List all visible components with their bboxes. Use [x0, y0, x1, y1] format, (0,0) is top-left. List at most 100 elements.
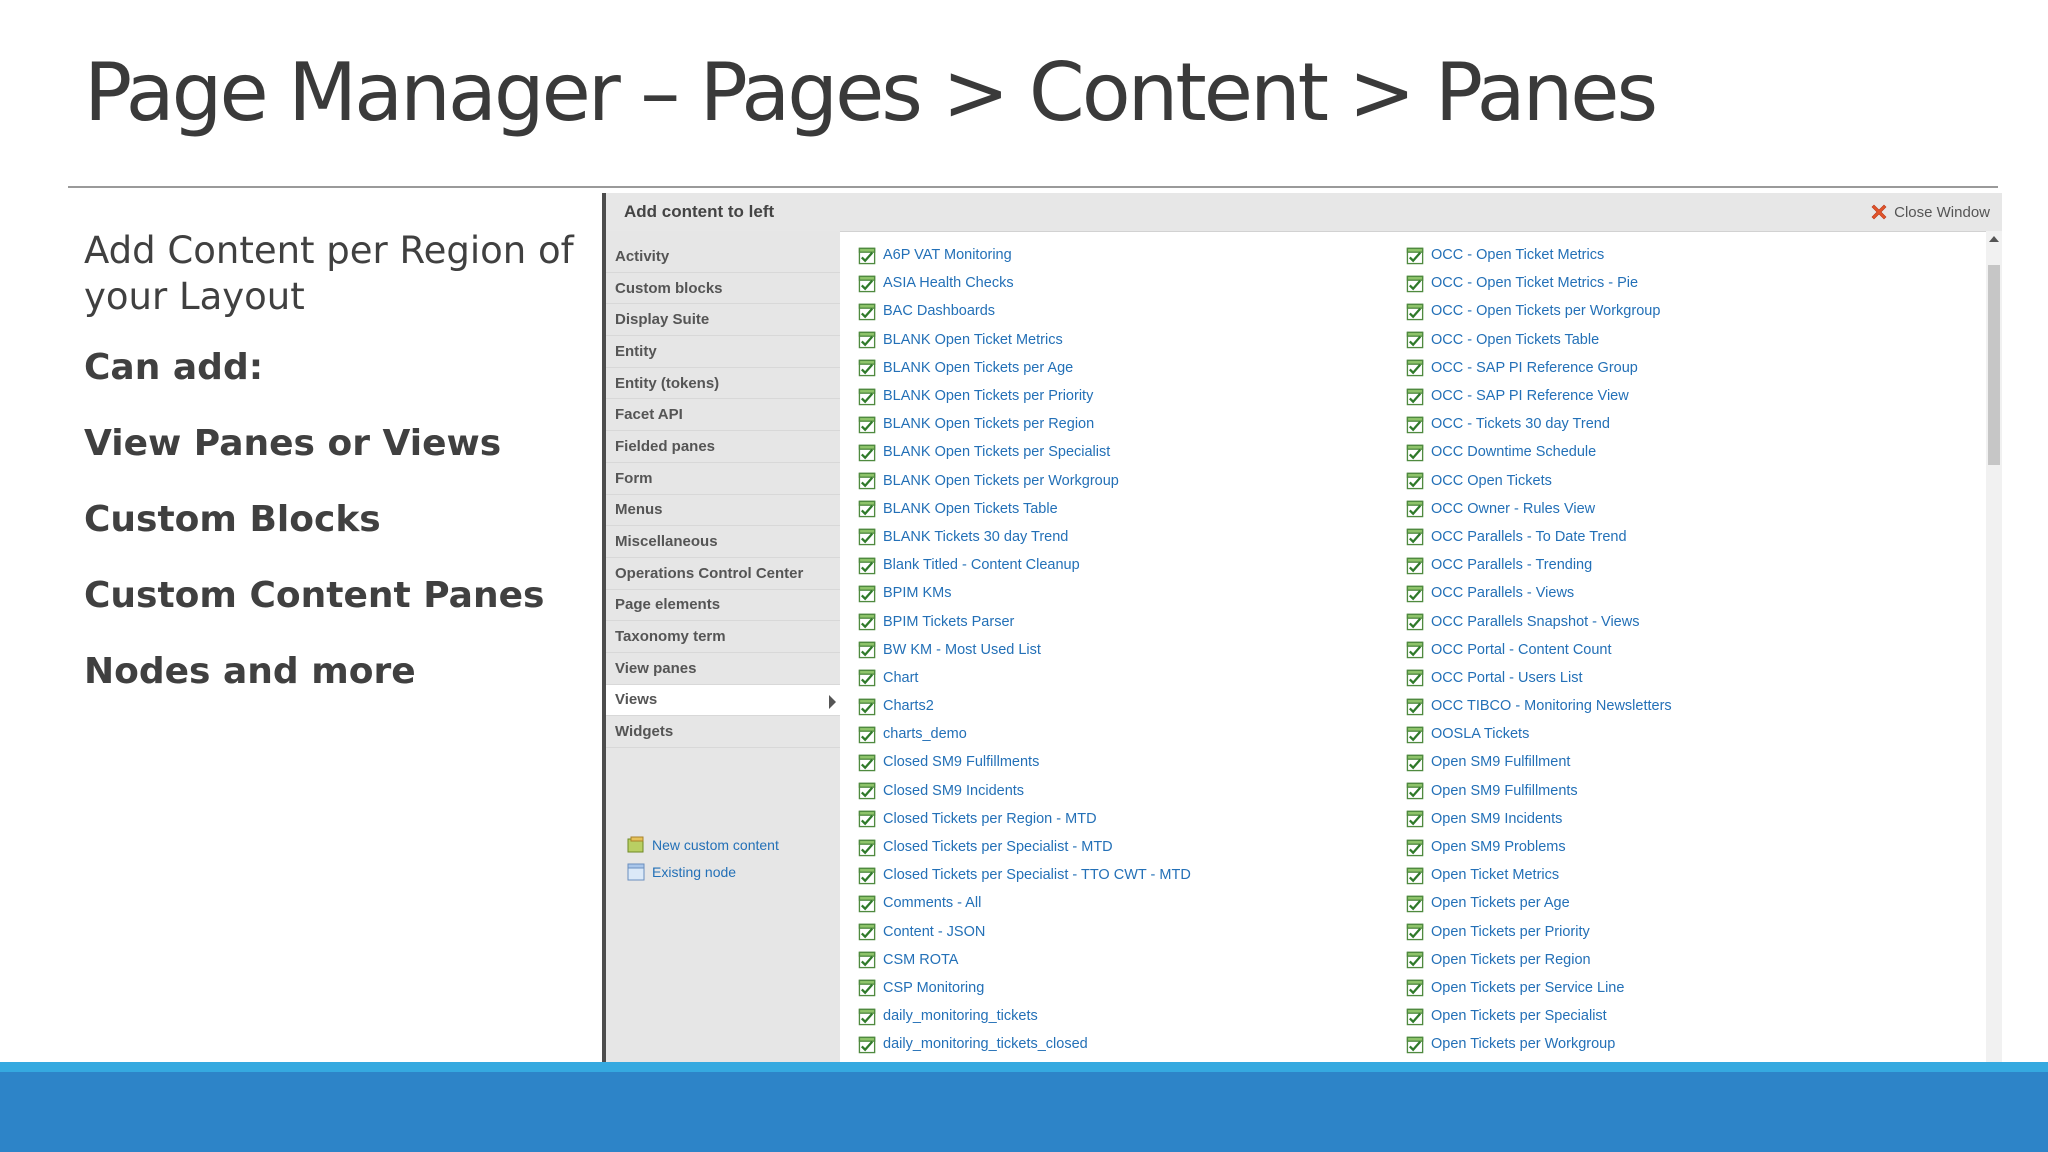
view-list-item[interactable]: Comments - All [858, 889, 1191, 917]
view-pane-icon [1406, 923, 1424, 941]
view-list-item[interactable]: Closed Tickets per Specialist - MTD [858, 833, 1191, 861]
dialog-header: Add content to left Close Window [606, 193, 2002, 232]
content-list-area: A6P VAT Monitoring ASIA Health Checks BAC … [840, 231, 1986, 1128]
view-list-item[interactable]: BLANK Open Tickets Table [858, 495, 1191, 523]
view-list-item[interactable]: Open Ticket Metrics [1406, 861, 1672, 889]
view-list-item[interactable]: OCC - Tickets 30 day Trend [1406, 410, 1672, 438]
sidebar-item-widgets[interactable]: Widgets [606, 716, 840, 748]
view-list-item[interactable]: charts_demo [858, 720, 1191, 748]
sidebar-item-activity[interactable]: Activity [606, 241, 840, 273]
view-list-item[interactable]: OCC Parallels - Views [1406, 579, 1672, 607]
view-list-item[interactable]: Open Tickets per Service Line [1406, 974, 1672, 1002]
view-list-item[interactable]: BAC Dashboards [858, 297, 1191, 325]
view-list-item[interactable]: OCC - SAP PI Reference Group [1406, 354, 1672, 382]
view-list-item[interactable]: BLANK Open Tickets per Age [858, 354, 1191, 382]
view-list-item[interactable]: BLANK Open Tickets per Priority [858, 382, 1191, 410]
sidebar-item-entity[interactable]: Entity [606, 336, 840, 368]
sidebar-item-view-panes[interactable]: View panes [606, 653, 840, 685]
sidebar-item-menus[interactable]: Menus [606, 495, 840, 527]
existing-node-label: Existing node [652, 863, 737, 880]
view-list-item[interactable]: BW KM - Most Used List [858, 636, 1191, 664]
view-list-item[interactable]: Open SM9 Problems [1406, 833, 1672, 861]
view-list-item[interactable]: OCC - SAP PI Reference View [1406, 382, 1672, 410]
new-custom-content-label: New custom content [652, 836, 779, 853]
view-list-item[interactable]: Chart [858, 664, 1191, 692]
sidebar-item-views[interactable]: Views [606, 684, 840, 717]
view-list-item-label: OCC - Tickets 30 day Trend [1431, 416, 1610, 433]
close-window-button[interactable]: Close Window [1869, 199, 1990, 225]
view-pane-icon [1406, 557, 1424, 574]
view-list-item[interactable]: ASIA Health Checks [858, 269, 1191, 297]
new-custom-content-link[interactable]: New custom content [626, 831, 779, 858]
view-list-item[interactable]: Charts2 [858, 692, 1191, 720]
view-list-item[interactable]: OOSLA Tickets [1406, 720, 1672, 748]
view-list-item[interactable]: OCC TIBCO - Monitoring Newsletters [1406, 692, 1672, 720]
view-pane-icon [1406, 529, 1424, 546]
view-list-item[interactable]: OCC Parallels Snapshot - Views [1406, 607, 1672, 635]
view-list-item[interactable]: OCC - Open Ticket Metrics [1406, 241, 1672, 269]
view-pane-icon [858, 726, 876, 744]
sidebar-item-page-elements[interactable]: Page elements [606, 590, 840, 622]
view-list-item[interactable]: Open SM9 Fulfillment [1406, 748, 1672, 776]
view-list-item[interactable]: BLANK Open Tickets per Specialist [858, 438, 1191, 466]
existing-node-link[interactable]: Existing node [626, 858, 779, 885]
view-pane-icon [1406, 444, 1424, 462]
view-list-item[interactable]: daily_monitoring_tickets_closed [858, 1030, 1191, 1058]
view-list-item[interactable]: BLANK Open Tickets per Region [858, 410, 1191, 438]
sidebar-item-miscellaneous[interactable]: Miscellaneous [606, 526, 840, 558]
view-list-item[interactable]: OCC Downtime Schedule [1406, 438, 1672, 466]
sidebar-item-display-suite[interactable]: Display Suite [606, 304, 840, 337]
caret-right-icon [829, 694, 836, 709]
view-list-item[interactable]: Open SM9 Fulfillments [1406, 777, 1672, 805]
sidebar-item-operations-control-center[interactable]: Operations Control Center [606, 558, 840, 590]
view-list-item[interactable]: OCC - Open Ticket Metrics - Pie [1406, 269, 1672, 297]
view-list-item[interactable]: OCC Portal - Users List [1406, 664, 1672, 692]
view-list-item[interactable]: BLANK Open Ticket Metrics [858, 326, 1191, 354]
view-list-item[interactable]: CSM ROTA [858, 946, 1191, 974]
slide-body: Add Content per Region of your Layout Ca… [84, 228, 594, 726]
scrollbar-thumb[interactable] [1988, 265, 2000, 465]
view-list-item[interactable]: BPIM Tickets Parser [858, 607, 1191, 635]
view-list-item[interactable]: Content - JSON [858, 918, 1191, 946]
view-list-item[interactable]: Open Tickets per Age [1406, 889, 1672, 917]
view-pane-icon [858, 360, 876, 377]
view-list-item-label: Open Tickets per Specialist [1431, 1008, 1607, 1025]
view-list-item[interactable]: Open Tickets per Specialist [1406, 1002, 1672, 1030]
view-list-item[interactable]: OCC - Open Tickets per Workgroup [1406, 297, 1672, 325]
view-list-item[interactable]: Closed Tickets per Specialist - TTO CWT … [858, 861, 1191, 889]
view-list-item[interactable]: daily_monitoring_tickets [858, 1002, 1191, 1030]
sidebar-item-taxonomy-term[interactable]: Taxonomy term [606, 621, 840, 653]
sidebar-item-facet-api[interactable]: Facet API [606, 399, 840, 432]
view-list-item[interactable]: BLANK Open Tickets per Workgroup [858, 467, 1191, 495]
view-list-item[interactable]: Closed Tickets per Region - MTD [858, 805, 1191, 833]
view-list-item[interactable]: OCC Owner - Rules View [1406, 495, 1672, 523]
view-pane-icon [858, 529, 876, 546]
view-list-item[interactable]: BLANK Tickets 30 day Trend [858, 523, 1191, 551]
view-list-item[interactable]: CSP Monitoring [858, 974, 1191, 1002]
vertical-scrollbar[interactable] [1986, 231, 2002, 1128]
view-list-item[interactable]: BPIM KMs [858, 579, 1191, 607]
sidebar-item-entity-tokens[interactable]: Entity (tokens) [606, 368, 840, 400]
view-list-item[interactable]: OCC - Open Tickets Table [1406, 326, 1672, 354]
view-list-item[interactable]: OCC Parallels - Trending [1406, 551, 1672, 579]
view-list-item[interactable]: Open Tickets per Priority [1406, 918, 1672, 946]
view-list-item[interactable]: OCC Open Tickets [1406, 467, 1672, 495]
view-list-item-label: BLANK Open Tickets per Workgroup [883, 472, 1119, 489]
view-list-item[interactable]: OCC Parallels - To Date Trend [1406, 523, 1672, 551]
sidebar-item-custom-blocks[interactable]: Custom blocks [606, 273, 840, 305]
category-list: Activity Custom blocks Display Suite Entity… [606, 241, 840, 748]
sidebar-item-fielded-panes[interactable]: Fielded panes [606, 431, 840, 463]
sidebar-item-form[interactable]: Form [606, 463, 840, 495]
view-list-item[interactable]: Open SM9 Incidents [1406, 805, 1672, 833]
view-list-item[interactable]: OCC Portal - Content Count [1406, 636, 1672, 664]
view-list-item[interactable]: Open Tickets per Region [1406, 946, 1672, 974]
view-list-item[interactable]: Blank Titled - Content Cleanup [858, 551, 1191, 579]
view-pane-icon [858, 557, 876, 574]
view-list-item-label: OCC Owner - Rules View [1431, 500, 1596, 517]
view-list-item[interactable]: Open Tickets per Workgroup [1406, 1030, 1672, 1058]
view-list-item[interactable]: A6P VAT Monitoring [858, 241, 1191, 269]
view-list-item[interactable]: Closed SM9 Incidents [858, 777, 1191, 805]
view-pane-icon [858, 670, 876, 687]
scroll-up-arrow-icon[interactable] [1989, 236, 1999, 242]
view-list-item[interactable]: Closed SM9 Fulfillments [858, 748, 1191, 776]
